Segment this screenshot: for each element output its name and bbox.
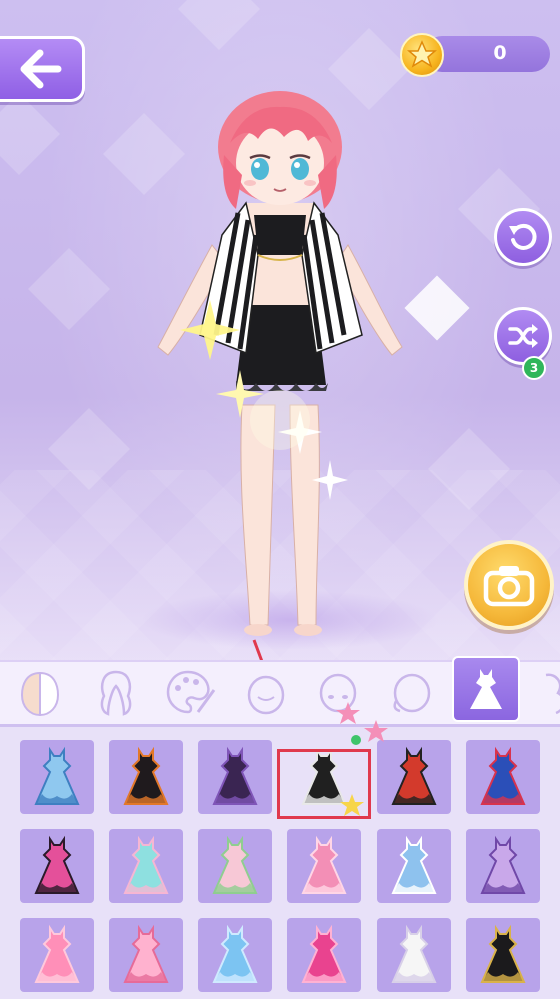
outfit-thumbnail-icon — [391, 835, 437, 894]
category-tab-bar — [0, 656, 560, 724]
outfit-thumbnail-icon — [391, 746, 437, 805]
skin-tone-icon — [20, 671, 60, 717]
outfit-thumbnail-icon — [480, 746, 526, 805]
outfit-item-jester-outfit[interactable] — [466, 740, 540, 814]
outfit-thumbnail-icon — [301, 924, 347, 983]
outfit-thumbnail-icon — [480, 924, 526, 983]
tab-more[interactable] — [528, 666, 560, 720]
hair-icon — [100, 670, 132, 716]
outfit-thumbnail-icon — [212, 746, 258, 805]
outfit-thumbnail-icon — [34, 746, 80, 805]
outfit-item-floral-pink-dress[interactable] — [198, 829, 272, 903]
reset-button[interactable] — [494, 208, 552, 266]
outfit-item-magenta-gown[interactable] — [287, 918, 361, 992]
shuffle-icon — [508, 324, 538, 348]
camera-icon — [483, 566, 535, 607]
outfit-thumbnail-icon — [34, 924, 80, 983]
sparkle-effect — [180, 300, 348, 500]
undo-rotate-icon — [509, 223, 537, 250]
outfit-thumbnail-icon — [391, 924, 437, 983]
outfit-item-pink-ball-gown[interactable] — [287, 829, 361, 903]
outfit-thumbnail-icon — [212, 835, 258, 894]
bg-diamond — [27, 247, 111, 331]
tab-hair[interactable] — [86, 666, 146, 720]
tab-color[interactable] — [160, 666, 220, 720]
outfit-item-lilac-star-dress[interactable] — [466, 829, 540, 903]
back-button[interactable] — [0, 36, 85, 102]
face-icon — [247, 675, 285, 715]
head-blank-icon — [393, 673, 431, 713]
palette-icon — [166, 670, 216, 714]
outfit-thumbnail-icon — [480, 835, 526, 894]
outfit-thumbnail-icon — [123, 835, 169, 894]
outfit-item-bow-pink-dress[interactable] — [109, 918, 183, 992]
outfit-item-blue-gown[interactable] — [20, 740, 94, 814]
shuffle-button[interactable] — [494, 307, 552, 365]
coin-count: 0 — [493, 42, 507, 64]
camera-button[interactable] — [464, 540, 554, 630]
outfit-item-pastel-mint-dress[interactable] — [109, 829, 183, 903]
tab-skin[interactable] — [10, 666, 70, 720]
shuffle-count-badge: 3 — [522, 356, 546, 380]
outfit-item-pink-black-frilly-dress[interactable] — [20, 829, 94, 903]
outfit-thumbnail-icon — [123, 924, 169, 983]
outfit-item-cinderella-blue-gown[interactable] — [198, 918, 272, 992]
accessory-icon — [545, 673, 560, 715]
coin-star-icon — [400, 33, 444, 77]
outfit-thumbnail-icon — [301, 835, 347, 894]
outfit-item-purple-gothic-dress[interactable] — [198, 740, 272, 814]
tab-face[interactable] — [236, 666, 296, 720]
highlight-diamond — [404, 275, 470, 341]
dress-icon — [470, 669, 502, 709]
bg-diamond — [0, 92, 61, 176]
outfit-thumbnail-icon — [34, 835, 80, 894]
outfit-item-pumpkin-halloween-dress[interactable] — [109, 740, 183, 814]
tab-mouth[interactable] — [382, 666, 442, 720]
outfit-item-black-gold-robe[interactable] — [466, 918, 540, 992]
outfit-item-sailor-uniform[interactable] — [377, 829, 451, 903]
bg-diamond — [177, 0, 261, 51]
outfit-thumbnail-icon — [212, 924, 258, 983]
tab-outfit[interactable] — [452, 656, 520, 722]
outfit-thumbnail-icon — [123, 746, 169, 805]
star-burst-effect — [336, 702, 388, 816]
arrow-left-icon — [20, 49, 62, 89]
outfit-item-white-lace-gown[interactable] — [377, 918, 451, 992]
outfit-item-pink-princess-dress[interactable] — [20, 918, 94, 992]
